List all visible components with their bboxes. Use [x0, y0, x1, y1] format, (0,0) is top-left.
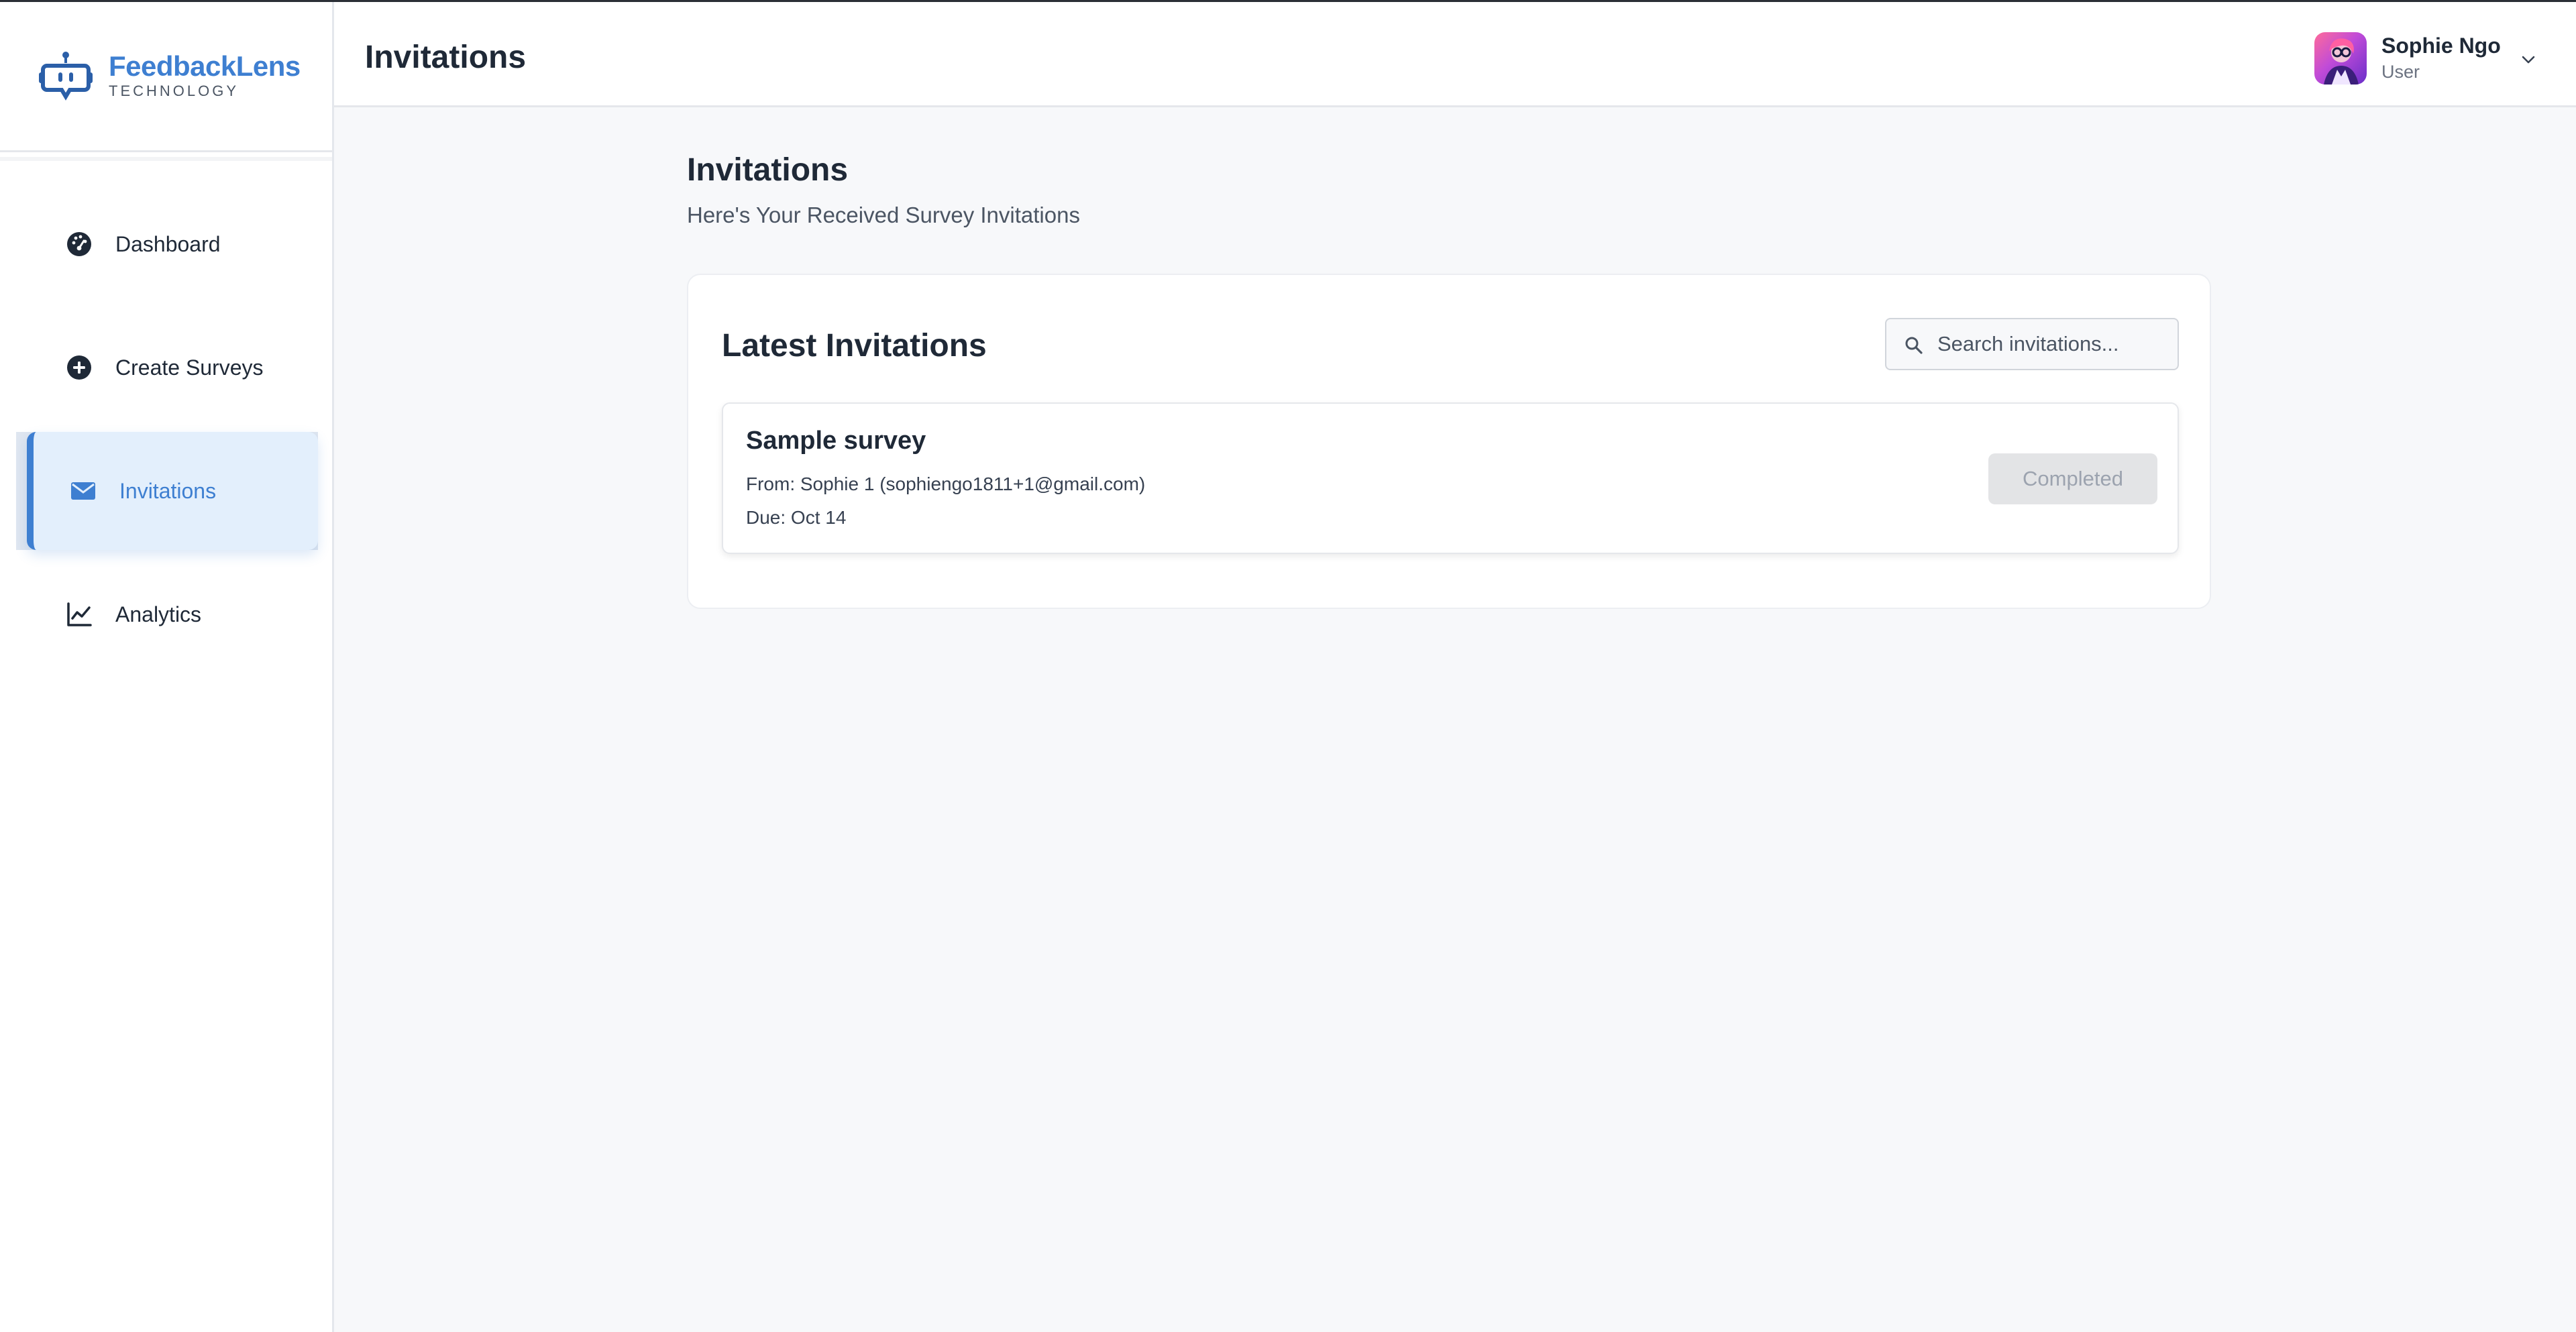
invitation-sender: From: Sophie 1 (sophiengo1811+1@gmail.co…	[746, 474, 1146, 494]
brand-subtitle: TECHNOLOGY	[109, 82, 239, 99]
invitation-due-date: Due: Oct 14	[746, 507, 847, 528]
sidebar-item-label: Analytics	[115, 602, 202, 626]
search-icon	[1905, 337, 1923, 354]
avatar	[2314, 32, 2367, 85]
sidebar-divider-shadow	[0, 157, 332, 161]
search-box[interactable]	[1885, 318, 2179, 370]
sidebar-item-invitations[interactable]: Invitations	[16, 432, 318, 550]
plus-circle-icon	[66, 354, 93, 381]
sidebar-item-analytics[interactable]: Analytics	[16, 555, 318, 673]
completed-status-button[interactable]: Completed	[1988, 453, 2157, 504]
sidebar-item-create-surveys[interactable]: Create Surveys	[16, 309, 318, 427]
page-title: Invitations	[687, 152, 849, 188]
panel-title: Latest Invitations	[722, 328, 987, 364]
line-chart-icon	[66, 601, 93, 628]
user-name: Sophie Ngo	[2381, 34, 2501, 58]
window-top-border	[0, 0, 2576, 2]
envelope-icon	[70, 478, 97, 504]
sidebar: FeedbackLens TECHNOLOGY Dashboard Create…	[0, 0, 334, 1332]
brand-logo[interactable]: FeedbackLens TECHNOLOGY	[34, 42, 315, 109]
user-role: User	[2381, 62, 2420, 82]
header-title: Invitations	[365, 40, 527, 75]
brand-name: FeedbackLens	[109, 50, 301, 82]
sidebar-divider	[0, 150, 332, 152]
sidebar-item-dashboard[interactable]: Dashboard	[16, 185, 318, 303]
invitation-title: Sample survey	[746, 427, 926, 455]
sidebar-item-label: Create Surveys	[115, 355, 264, 380]
top-header: Invitations Sophie Ngo User	[334, 0, 2576, 107]
chevron-down-icon[interactable]	[2517, 48, 2540, 71]
page-subtitle: Here's Your Received Survey Invitations	[687, 203, 1080, 227]
invitation-card[interactable]: Sample survey From: Sophie 1 (sophiengo1…	[722, 402, 2179, 554]
search-input[interactable]	[1937, 323, 2172, 365]
sidebar-item-label: Dashboard	[115, 231, 221, 256]
invitations-panel: Latest Invitations Sample survey From: S…	[687, 274, 2211, 609]
robot-logo-icon	[39, 52, 93, 101]
gauge-icon	[66, 231, 93, 258]
sidebar-item-label: Invitations	[119, 478, 217, 503]
user-menu[interactable]: Sophie Ngo User	[2314, 31, 2556, 87]
